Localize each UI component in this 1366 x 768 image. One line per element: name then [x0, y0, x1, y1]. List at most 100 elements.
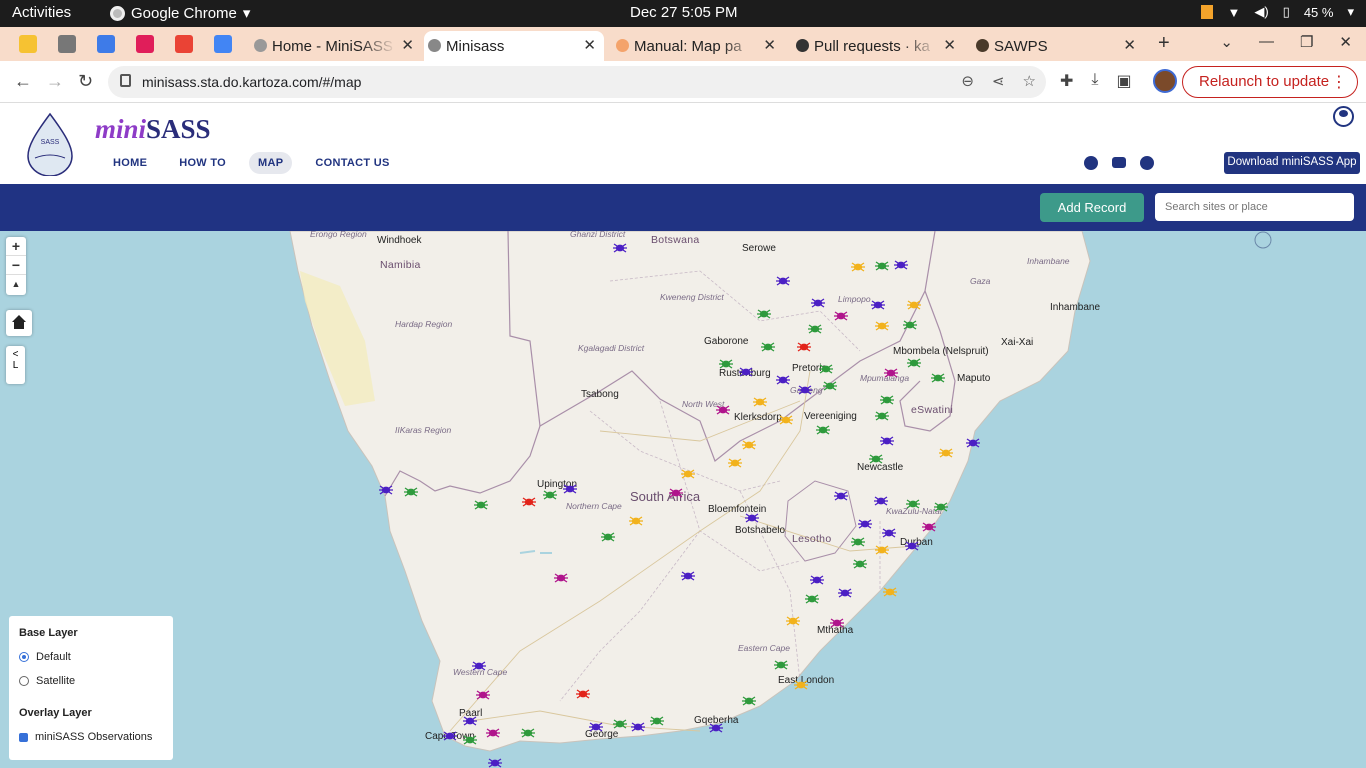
app-menu[interactable]: Google Chrome ▾: [110, 4, 250, 22]
wordpress-icon[interactable]: [1140, 156, 1154, 170]
observation-marker[interactable]: [474, 499, 488, 511]
observation-marker[interactable]: [851, 536, 865, 548]
zoom-in-button[interactable]: +: [6, 237, 26, 256]
observation-marker[interactable]: [757, 308, 771, 320]
close-icon[interactable]: ✕: [583, 36, 596, 54]
observation-marker[interactable]: [486, 727, 500, 739]
home-icon[interactable]: [6, 310, 32, 336]
observation-marker[interactable]: [543, 489, 557, 501]
observation-marker[interactable]: [884, 367, 898, 379]
observation-marker[interactable]: [906, 498, 920, 510]
forward-icon[interactable]: →: [46, 71, 64, 92]
download-icon[interactable]: ⤓: [1091, 71, 1098, 91]
observation-marker[interactable]: [851, 261, 865, 273]
observation-marker[interactable]: [776, 275, 790, 287]
observation-marker[interactable]: [669, 487, 683, 499]
observation-marker[interactable]: [883, 586, 897, 598]
add-record-button[interactable]: Add Record: [1040, 193, 1144, 222]
reload-icon[interactable]: ↻: [78, 71, 93, 92]
observation-marker[interactable]: [681, 468, 695, 480]
observation-marker[interactable]: [709, 722, 723, 734]
minimize-icon[interactable]: —: [1259, 33, 1274, 51]
observation-marker[interactable]: [858, 518, 872, 530]
observation-marker[interactable]: [629, 515, 643, 527]
observation-marker[interactable]: [554, 572, 568, 584]
observation-marker[interactable]: [776, 374, 790, 386]
checkbox-observations[interactable]: [19, 732, 28, 742]
observation-marker[interactable]: [875, 260, 889, 272]
observation-marker[interactable]: [819, 363, 833, 375]
observation-marker[interactable]: [728, 457, 742, 469]
observation-marker[interactable]: [488, 757, 502, 768]
compass-icon[interactable]: ▲: [6, 275, 26, 294]
radio-satellite[interactable]: [19, 676, 29, 686]
observation-marker[interactable]: [838, 587, 852, 599]
pinned-tab-calendar-icon[interactable]: [97, 35, 115, 53]
observation-marker[interactable]: [810, 574, 824, 586]
radio-default[interactable]: [19, 652, 29, 662]
observation-marker[interactable]: [966, 437, 980, 449]
close-icon[interactable]: ✕: [401, 36, 414, 54]
maximize-icon[interactable]: ❐: [1300, 33, 1313, 51]
nav-home[interactable]: HOME: [104, 152, 156, 174]
minisass-logo[interactable]: SASS: [25, 112, 75, 176]
tab-minisass[interactable]: Minisass ✕: [424, 31, 604, 61]
observation-marker[interactable]: [805, 593, 819, 605]
observation-marker[interactable]: [875, 544, 889, 556]
pinned-tab-slack-icon[interactable]: [136, 35, 154, 53]
youtube-icon[interactable]: [1112, 157, 1126, 168]
observation-marker[interactable]: [797, 341, 811, 353]
layer-panel-toggle[interactable]: < L: [6, 346, 25, 384]
observation-marker[interactable]: [834, 310, 848, 322]
observation-marker[interactable]: [903, 319, 917, 331]
observation-marker[interactable]: [463, 715, 477, 727]
nav-map[interactable]: MAP: [249, 152, 293, 174]
more-menu-icon[interactable]: ⋮: [1331, 72, 1347, 92]
tab-search-icon[interactable]: ⌄: [1220, 33, 1233, 51]
tab-home-minisass[interactable]: Home - MiniSASS ✕: [250, 31, 422, 61]
base-layer-satellite-option[interactable]: Satellite: [19, 675, 75, 687]
url-text[interactable]: minisass.sta.do.kartoza.com/#/map: [142, 74, 361, 90]
close-window-icon[interactable]: ✕: [1339, 33, 1352, 51]
observation-marker[interactable]: [650, 715, 664, 727]
overlay-observations-option[interactable]: miniSASS Observations: [19, 731, 152, 743]
observation-marker[interactable]: [811, 297, 825, 309]
observation-marker[interactable]: [521, 727, 535, 739]
observation-marker[interactable]: [719, 358, 733, 370]
map-canvas[interactable]: Erongo Region Windhoek Namibia Hardap Re…: [0, 231, 1366, 768]
observation-marker[interactable]: [379, 484, 393, 496]
nav-contact-us[interactable]: CONTACT US: [306, 152, 398, 174]
observation-marker[interactable]: [874, 495, 888, 507]
brand-title[interactable]: miniSASS: [95, 114, 211, 145]
observation-marker[interactable]: [774, 659, 788, 671]
pinned-tab-drive-icon[interactable]: [214, 35, 232, 53]
profile-avatar[interactable]: [1153, 69, 1177, 93]
observation-marker[interactable]: [404, 486, 418, 498]
pinned-tab-keep-icon[interactable]: [19, 35, 37, 53]
observation-marker[interactable]: [779, 414, 793, 426]
observation-marker[interactable]: [739, 366, 753, 378]
close-icon[interactable]: ✕: [943, 36, 956, 54]
tab-manual-map[interactable]: Manual: Map pa ✕: [612, 31, 784, 61]
observation-marker[interactable]: [463, 734, 477, 746]
observation-marker[interactable]: [443, 730, 457, 742]
observation-marker[interactable]: [934, 501, 948, 513]
clock[interactable]: Dec 27 5:05 PM: [630, 4, 738, 21]
address-bar[interactable]: minisass.sta.do.kartoza.com/#/map ⊖ ⋖ ☆: [108, 66, 1046, 98]
back-icon[interactable]: ←: [14, 71, 32, 92]
extensions-icon[interactable]: ✚: [1060, 71, 1073, 91]
observation-marker[interactable]: [880, 394, 894, 406]
system-tray[interactable]: ▼ ◀) ▯ 45 % ▾: [1201, 4, 1354, 20]
observation-marker[interactable]: [613, 242, 627, 254]
facebook-icon[interactable]: [1084, 156, 1098, 170]
observation-marker[interactable]: [631, 721, 645, 733]
observation-marker[interactable]: [882, 527, 896, 539]
side-panel-icon[interactable]: ▣: [1116, 71, 1131, 91]
observation-marker[interactable]: [922, 521, 936, 533]
new-tab-icon[interactable]: +: [1158, 32, 1170, 55]
observation-marker[interactable]: [869, 453, 883, 465]
observation-marker[interactable]: [522, 496, 536, 508]
close-icon[interactable]: ✕: [763, 36, 776, 54]
observation-marker[interactable]: [576, 688, 590, 700]
observation-marker[interactable]: [613, 718, 627, 730]
